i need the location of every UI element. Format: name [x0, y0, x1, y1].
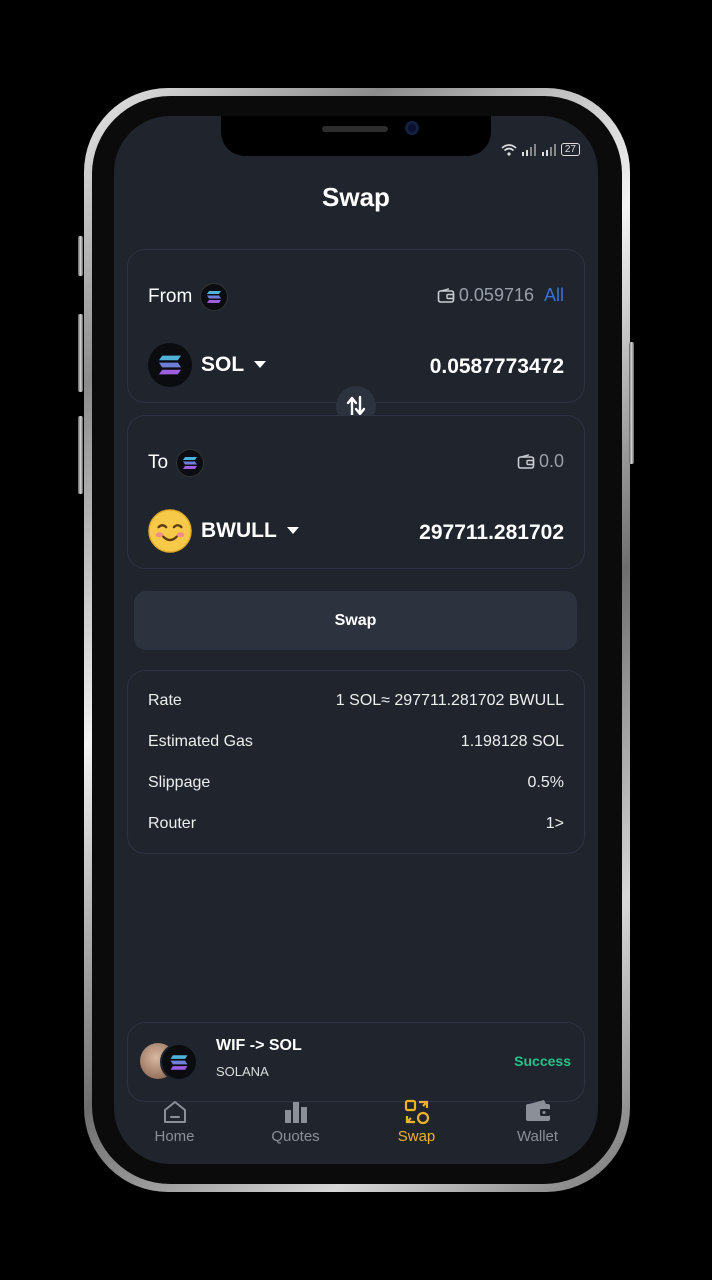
from-amount-input[interactable]: 0.0587773472 — [430, 355, 564, 379]
to-label: To — [148, 452, 169, 473]
wallet-icon — [517, 453, 535, 469]
solana-chain-icon — [200, 283, 229, 311]
solana-chain-icon — [176, 449, 205, 477]
side-button-volume-down — [78, 416, 83, 494]
recent-transaction[interactable]: WIF -> SOL SOLANA Success — [127, 1022, 585, 1102]
bar-chart-icon — [284, 1102, 307, 1123]
from-token-symbol: SOL — [201, 353, 245, 376]
from-label-row: From — [148, 283, 229, 311]
recent-chain: SOLANA — [216, 1064, 269, 1079]
nav-wallet-label: Wallet — [516, 1128, 559, 1145]
from-card: From 0.059716 All SOL 0.0587773472 — [127, 249, 585, 403]
bwull-token-icon — [148, 509, 192, 553]
gas-value: 1.198128 SOL — [460, 733, 564, 750]
rate-row: Rate 1 SOL≈ 297711.281702 BWULL — [148, 692, 564, 710]
to-amount-output: 297711.281702 — [419, 521, 564, 544]
wallet-icon — [437, 287, 455, 303]
side-button-mute — [78, 236, 83, 276]
nav-quotes-label: Quotes — [271, 1128, 320, 1145]
home-icon — [163, 1101, 186, 1123]
router-label: Router — [148, 815, 197, 832]
slippage-label: Slippage — [148, 774, 211, 791]
from-label: From — [148, 286, 193, 307]
status-icons: 27 — [501, 143, 580, 156]
nav-wallet[interactable]: Wallet — [477, 1092, 598, 1164]
swap-icon — [404, 1099, 429, 1125]
from-token-selector[interactable]: SOL — [148, 343, 267, 387]
nav-quotes[interactable]: Quotes — [235, 1092, 356, 1164]
to-card: To 0.0 BWULL 297711.281702 — [127, 415, 585, 569]
page-title: Swap — [322, 182, 390, 212]
to-balance-value: 0.0 — [538, 451, 564, 471]
swap-details-card: Rate 1 SOL≈ 297711.281702 BWULL Estimate… — [127, 670, 585, 854]
sol-token-icon — [160, 1043, 198, 1081]
front-camera — [405, 121, 419, 135]
nav-home-label: Home — [154, 1128, 195, 1145]
rate-value: 1 SOL≈ 297711.281702 BWULL — [335, 692, 564, 709]
wallet-icon — [525, 1100, 550, 1121]
sol-token-icon — [148, 343, 192, 387]
recent-pair: WIF -> SOL — [216, 1037, 302, 1054]
to-token-symbol: BWULL — [201, 519, 277, 542]
battery-icon: 27 — [560, 143, 580, 156]
router-row[interactable]: Router 1> — [148, 815, 564, 833]
swap-button[interactable]: Swap — [134, 591, 577, 650]
slippage-value: 0.5% — [527, 774, 564, 791]
recent-status: Success — [514, 1053, 571, 1069]
nav-swap-label: Swap — [397, 1128, 436, 1145]
to-token-selector[interactable]: BWULL — [148, 509, 300, 553]
slippage-row[interactable]: Slippage 0.5% — [148, 774, 564, 792]
nav-home[interactable]: Home — [114, 1092, 235, 1164]
max-all-button[interactable]: All — [544, 285, 564, 306]
chevron-down-icon — [286, 527, 299, 534]
camera-notch — [221, 116, 491, 156]
router-value: 1> — [545, 815, 564, 832]
wifi-icon — [501, 143, 517, 156]
to-label-row: To — [148, 449, 205, 477]
from-balance-value: 0.059716 — [458, 285, 534, 305]
chevron-down-icon — [254, 361, 267, 368]
from-balance: 0.059716 All — [437, 285, 564, 306]
speaker-grille — [322, 126, 388, 132]
gas-row: Estimated Gas 1.198128 SOL — [148, 733, 564, 751]
bottom-navigation: Home Quotes Swap Wallet — [114, 1092, 598, 1164]
signal-4g-icon — [541, 143, 556, 156]
side-button-volume-up — [78, 314, 83, 392]
side-button-power — [629, 342, 634, 464]
to-balance: 0.0 — [517, 451, 564, 472]
app-screen: 8:43 27 Swap From 0.059716 All SOL — [114, 116, 598, 1164]
signal-icon — [521, 143, 536, 156]
gas-label: Estimated Gas — [148, 733, 253, 750]
nav-swap[interactable]: Swap — [356, 1092, 477, 1164]
swap-arrows-icon — [346, 395, 366, 417]
rate-label: Rate — [148, 692, 182, 709]
